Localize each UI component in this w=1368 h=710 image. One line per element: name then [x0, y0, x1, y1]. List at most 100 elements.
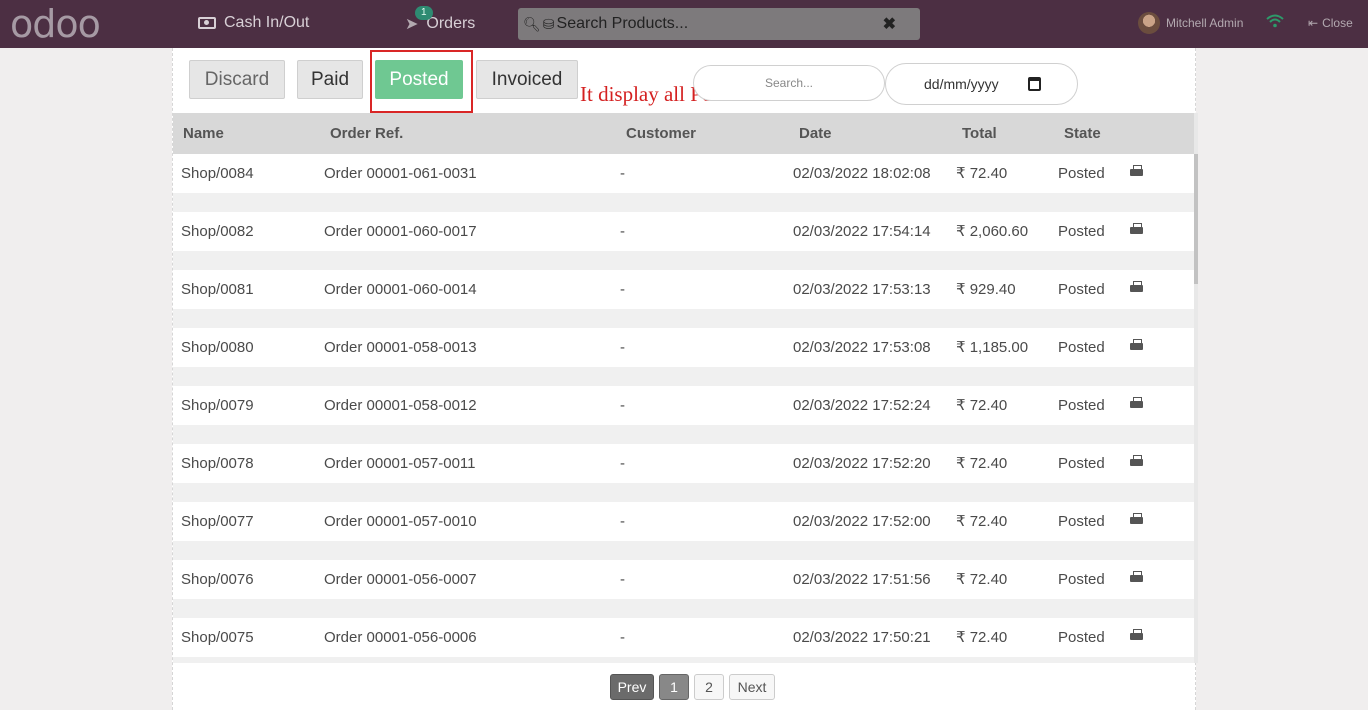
state-cell: Posted — [1058, 397, 1105, 414]
total-cell: ₹ 2,060.60 — [956, 223, 1029, 240]
page-1-button[interactable]: 1 — [659, 674, 689, 700]
total-cell: ₹ 72.40 — [956, 513, 1008, 530]
order-ref-cell: Order 00001-057-0010 — [324, 513, 477, 530]
col-total: Total — [962, 125, 997, 142]
orders-table-body: Shop/0084 Order 00001-061-0031 - 02/03/2022… — [173, 154, 1194, 663]
date-cell: 02/03/2022 17:52:00 — [793, 513, 931, 530]
table-row[interactable]: Shop/0080 Order 00001-058-0013 - 02/03/2022… — [173, 328, 1194, 367]
date-cell: 02/03/2022 17:54:14 — [793, 223, 931, 240]
close-icon[interactable]: ✖ — [883, 14, 896, 34]
customer-cell: - — [620, 223, 625, 240]
product-search-input[interactable] — [556, 15, 877, 33]
table-row[interactable]: Shop/0081 Order 00001-060-0014 - 02/03/2022… — [173, 270, 1194, 309]
logout-icon: ⇤ — [1308, 16, 1319, 30]
avatar — [1138, 12, 1160, 34]
order-ref-cell: Order 00001-061-0031 — [324, 165, 477, 182]
page-2-button[interactable]: 2 — [694, 674, 724, 700]
table-header: Name Order Ref. Customer Date Total Stat… — [173, 113, 1194, 154]
close-label: Close — [1322, 16, 1353, 30]
row-separator — [173, 425, 1194, 444]
order-ref-cell: Order 00001-057-0011 — [324, 455, 476, 472]
customer-cell: - — [620, 571, 625, 588]
row-separator — [173, 309, 1194, 328]
print-icon[interactable] — [1130, 513, 1143, 525]
close-button[interactable]: ⇤ Close — [1308, 16, 1353, 30]
date-cell: 02/03/2022 18:02:08 — [793, 165, 931, 182]
print-icon[interactable] — [1130, 397, 1143, 409]
print-icon[interactable] — [1130, 455, 1143, 467]
calendar-icon[interactable] — [1028, 77, 1041, 91]
table-row[interactable]: Shop/0075 Order 00001-056-0006 - 02/03/2022… — [173, 618, 1194, 657]
table-row[interactable]: Shop/0079 Order 00001-058-0012 - 02/03/2022… — [173, 386, 1194, 425]
state-cell: Posted — [1058, 339, 1105, 356]
order-name-cell: Shop/0080 — [181, 339, 254, 356]
user-menu[interactable]: Mitchell Admin — [1138, 12, 1243, 34]
total-cell: ₹ 1,185.00 — [956, 339, 1029, 356]
state-cell: Posted — [1058, 571, 1105, 588]
order-name-cell: Shop/0076 — [181, 571, 254, 588]
state-cell: Posted — [1058, 165, 1105, 182]
invoiced-filter-button[interactable]: Invoiced — [476, 60, 578, 99]
row-separator — [173, 599, 1194, 618]
date-filter-input[interactable]: dd/mm/yyyy — [885, 63, 1078, 105]
print-icon[interactable] — [1130, 281, 1143, 293]
date-cell: 02/03/2022 17:52:24 — [793, 397, 931, 414]
print-icon[interactable] — [1130, 571, 1143, 583]
row-separator — [173, 251, 1194, 270]
order-name-cell: Shop/0081 — [181, 281, 254, 298]
orders-label: Orders — [426, 15, 476, 32]
prev-page-button[interactable]: Prev — [610, 674, 654, 700]
order-name-cell: Shop/0077 — [181, 513, 254, 530]
next-page-button[interactable]: Next — [729, 674, 775, 700]
tag-icon: ➤ 1 — [405, 6, 433, 34]
search-icon: 🔍︎ — [523, 15, 541, 32]
customer-cell: - — [620, 165, 625, 182]
table-row[interactable]: Shop/0084 Order 00001-061-0031 - 02/03/2022… — [173, 154, 1194, 193]
customer-cell: - — [620, 629, 625, 646]
order-ref-cell: Order 00001-060-0017 — [324, 223, 477, 240]
order-search-input[interactable] — [693, 65, 885, 101]
print-icon[interactable] — [1130, 223, 1143, 235]
state-cell: Posted — [1058, 281, 1105, 298]
odoo-logo: odoo — [10, 2, 101, 46]
state-cell: Posted — [1058, 223, 1105, 240]
date-cell: 02/03/2022 17:50:21 — [793, 629, 931, 646]
print-icon[interactable] — [1130, 629, 1143, 641]
customer-cell: - — [620, 513, 625, 530]
customer-cell: - — [620, 339, 625, 356]
order-ref-cell: Order 00001-058-0012 — [324, 397, 477, 414]
orders-badge: 1 — [415, 6, 433, 20]
row-separator — [173, 367, 1194, 386]
scrollbar-thumb[interactable] — [1194, 154, 1198, 284]
cash-in-out-button[interactable]: Cash In/Out — [198, 14, 309, 32]
print-icon[interactable] — [1130, 339, 1143, 351]
total-cell: ₹ 72.40 — [956, 165, 1008, 182]
row-separator — [173, 483, 1194, 502]
print-icon[interactable] — [1130, 165, 1143, 177]
date-cell: 02/03/2022 17:52:20 — [793, 455, 931, 472]
date-cell: 02/03/2022 17:51:56 — [793, 571, 931, 588]
discard-button[interactable]: Discard — [189, 60, 285, 99]
date-placeholder: dd/mm/yyyy — [924, 76, 999, 92]
total-cell: ₹ 72.40 — [956, 455, 1008, 472]
order-ref-cell: Order 00001-056-0006 — [324, 629, 477, 646]
paid-filter-button[interactable]: Paid — [297, 60, 363, 99]
orders-button[interactable]: ➤ 1 Orders — [405, 6, 476, 34]
product-search-bar: 🔍︎ ⛁ ✖ — [518, 8, 920, 40]
col-customer: Customer — [626, 125, 697, 142]
total-cell: ₹ 72.40 — [956, 571, 1008, 588]
customer-cell: - — [620, 281, 625, 298]
order-ref-cell: Order 00001-060-0014 — [324, 281, 477, 298]
col-order-ref: Order Ref. — [330, 125, 404, 142]
order-name-cell: Shop/0075 — [181, 629, 254, 646]
date-cell: 02/03/2022 17:53:08 — [793, 339, 931, 356]
table-row[interactable]: Shop/0078 Order 00001-057-0011 - 02/03/2022… — [173, 444, 1194, 483]
highlight-box — [370, 50, 473, 113]
order-name-cell: Shop/0078 — [181, 455, 254, 472]
user-name: Mitchell Admin — [1166, 16, 1244, 30]
table-row[interactable]: Shop/0076 Order 00001-056-0007 - 02/03/2022… — [173, 560, 1194, 599]
wifi-icon — [1266, 14, 1284, 32]
table-row[interactable]: Shop/0077 Order 00001-057-0010 - 02/03/2022… — [173, 502, 1194, 541]
col-date: Date — [799, 125, 832, 142]
table-row[interactable]: Shop/0082 Order 00001-060-0017 - 02/03/2022… — [173, 212, 1194, 251]
